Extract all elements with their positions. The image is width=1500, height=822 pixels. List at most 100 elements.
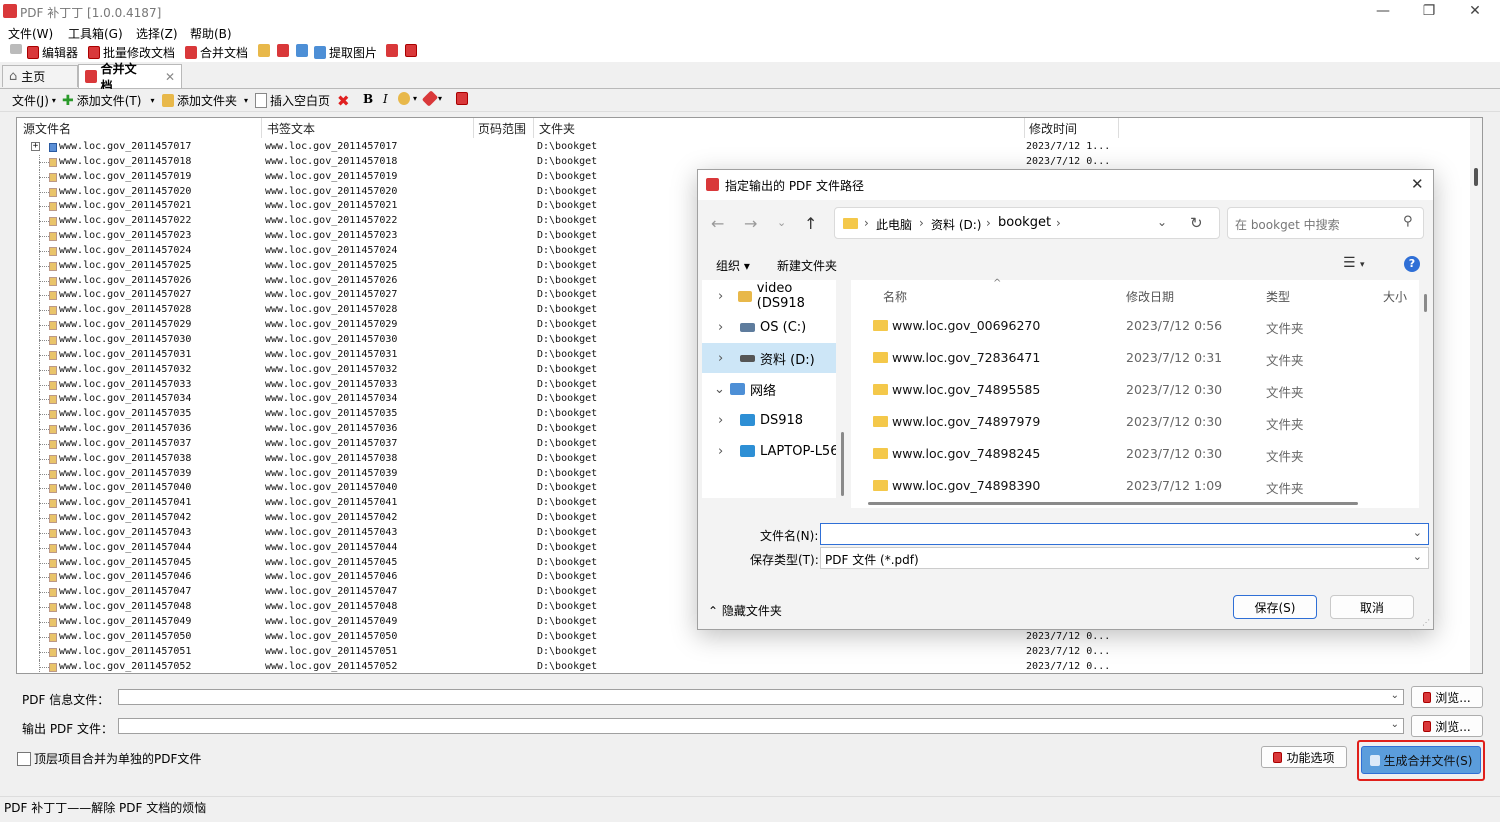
add-folder-button[interactable]: 添加文件夹 ▾ — [162, 92, 248, 109]
close-icon[interactable]: ✕ — [1452, 0, 1498, 24]
options-button[interactable]: 功能选项 — [1261, 746, 1347, 768]
refresh-icon[interactable]: ↻ — [1190, 214, 1203, 232]
filetype-select[interactable]: PDF 文件 (*.pdf) ⌄ — [820, 547, 1429, 569]
output-file-input[interactable]: ⌄ — [118, 718, 1404, 734]
tab-home[interactable]: ⌂ 主页 — [2, 65, 78, 87]
list-item[interactable]: www.loc.gov_74898390 2023/7/12 1:09 文件夹 — [851, 470, 1417, 502]
column-header-folder[interactable]: 文件夹 — [539, 120, 575, 137]
pdf-options-icon[interactable] — [456, 92, 468, 105]
resize-grip-icon[interactable]: ⋰ — [1422, 618, 1430, 627]
browse-output-button[interactable]: 浏览... — [1411, 715, 1483, 737]
italic-button[interactable]: I — [383, 92, 388, 106]
organize-button[interactable]: 组织 ▾ — [716, 257, 750, 274]
address-bar[interactable]: › 此电脑 › 资料 (D:) › bookget › ⌄ — [834, 207, 1220, 239]
address-history-chevron-icon[interactable]: ⌄ — [1157, 215, 1167, 229]
cell-folder: D:\bookget — [537, 393, 598, 405]
chevron-down-icon[interactable]: ⌄ — [1413, 550, 1422, 563]
tab-close-icon[interactable]: ✕ — [165, 70, 175, 84]
hide-folders-toggle[interactable]: ⌃ 隐藏文件夹 — [708, 602, 782, 619]
forward-arrow-icon[interactable]: → — [744, 214, 757, 233]
table-row[interactable]: + www.loc.gov_2011457017 www.loc.gov_20114… — [17, 140, 1467, 155]
file-menu-button[interactable]: 文件(J) ▾ — [12, 92, 56, 109]
menu-select[interactable]: 选择(Z) — [136, 25, 178, 42]
header-type[interactable]: 类型 — [1266, 288, 1290, 305]
dialog-cancel-button[interactable]: 取消 — [1330, 595, 1414, 619]
search-box[interactable]: 在 bookget 中搜索 ⚲ — [1227, 207, 1424, 239]
view-options-icon[interactable]: ☰ ▾ — [1343, 255, 1365, 271]
insert-blank-page-button[interactable]: 插入空白页 — [255, 92, 330, 109]
column-header-bookmark[interactable]: 书签文本 — [267, 120, 315, 137]
merge-top-level-checkbox[interactable] — [17, 752, 31, 766]
editor-button[interactable]: 编辑器 — [27, 44, 78, 61]
table-row[interactable]: www.loc.gov_2011457050 www.loc.gov_201145… — [17, 629, 1467, 645]
breadcrumb-drive-d[interactable]: 资料 (D:) — [931, 216, 981, 233]
header-size[interactable]: 大小 — [1383, 288, 1407, 305]
browse-info-button[interactable]: 浏览... — [1411, 686, 1483, 708]
tool-icon-2[interactable] — [277, 44, 289, 57]
table-row[interactable]: www.loc.gov_2011457018 www.loc.gov_201145… — [17, 154, 1467, 170]
list-item[interactable]: www.loc.gov_74897979 2023/7/12 0:30 文件夹 — [851, 406, 1417, 438]
breadcrumb-bookget[interactable]: bookget — [998, 215, 1051, 230]
bold-button[interactable]: B — [363, 92, 373, 106]
file-list-vscroll[interactable] — [1424, 294, 1427, 312]
dialog-close-icon[interactable]: ✕ — [1411, 175, 1424, 193]
table-row[interactable]: www.loc.gov_2011457052 www.loc.gov_201145… — [17, 659, 1467, 673]
add-file-button[interactable]: ✚ 添加文件(T) ▾ — [62, 92, 154, 109]
file-list-hscroll[interactable] — [868, 502, 1358, 505]
menu-toolbox[interactable]: 工具箱(G) — [68, 25, 123, 42]
dialog-save-button[interactable]: 保存(S) — [1233, 595, 1317, 619]
chevron-down-icon[interactable]: ⌄ — [1391, 690, 1399, 701]
pdf-info-file-input[interactable]: ⌄ — [118, 689, 1404, 705]
generate-merged-file-button[interactable]: 生成合并文件(S) — [1361, 746, 1481, 774]
minimize-icon[interactable]: — — [1360, 0, 1406, 24]
file-list-pane[interactable]: 名称 ^ 修改日期 类型 大小 www.loc.gov_00696270 2023… — [851, 278, 1427, 508]
nav-drive-d[interactable]: › 资料 (D:) — [702, 343, 836, 373]
list-item[interactable]: www.loc.gov_74898245 2023/7/12 0:30 文件夹 — [851, 438, 1417, 470]
list-item[interactable]: www.loc.gov_72836471 2023/7/12 0:31 文件夹 — [851, 342, 1417, 374]
table-row[interactable]: www.loc.gov_2011457051 www.loc.gov_201145… — [17, 644, 1467, 660]
menu-file[interactable]: 文件(W) — [8, 25, 53, 42]
pin-icon[interactable]: ▾ — [421, 90, 442, 107]
header-date[interactable]: 修改日期 — [1126, 288, 1174, 305]
header-name[interactable]: 名称 — [883, 288, 907, 305]
tool-icon-1[interactable] — [258, 44, 270, 57]
chevron-down-icon[interactable]: ⌄ — [1391, 719, 1399, 730]
column-header-source[interactable]: 源文件名 — [23, 120, 71, 137]
nav-network[interactable]: ⌄ 网络 — [702, 374, 836, 404]
up-arrow-icon[interactable]: ↑ — [804, 214, 817, 233]
menu-help[interactable]: 帮助(B) — [190, 25, 232, 42]
grid-scrollbar-thumb[interactable] — [1474, 168, 1478, 186]
list-item[interactable]: www.loc.gov_00696270 2023/7/12 0:56 文件夹 — [851, 310, 1417, 342]
nav-os-c[interactable]: › OS (C:) — [702, 312, 836, 342]
nav-pane-scrollbar[interactable] — [841, 432, 844, 496]
filename-input[interactable]: ⌄ — [820, 523, 1429, 545]
tool-icon-5[interactable] — [405, 44, 417, 57]
recent-chevron-icon[interactable]: ⌄ — [777, 216, 786, 229]
column-header-range[interactable]: 页码范围 — [478, 120, 526, 137]
nav-ds918[interactable]: › DS918 — [702, 405, 836, 435]
tool-icon-4[interactable] — [386, 44, 398, 57]
maximize-icon[interactable]: ❐ — [1406, 0, 1452, 24]
nav-video-ds918[interactable]: › video (DS918 — [702, 281, 836, 311]
file-date: 2023/7/12 0:31 — [1126, 350, 1223, 365]
search-icon[interactable]: ⚲ — [1403, 214, 1413, 229]
batch-edit-button[interactable]: 批量修改文档 — [88, 44, 175, 61]
tab-merge[interactable]: 合并文档 ✕ — [78, 62, 182, 93]
new-folder-button[interactable]: 新建文件夹 — [777, 257, 837, 274]
help-icon[interactable]: ? — [1404, 256, 1420, 272]
merge-button[interactable]: 合并文档 — [185, 44, 248, 61]
color-picker-icon[interactable]: ▾ — [398, 92, 417, 105]
grid-scrollbar[interactable] — [1470, 118, 1482, 673]
breadcrumb-this-pc[interactable]: 此电脑 — [876, 216, 912, 233]
column-header-modified[interactable]: 修改时间 — [1029, 120, 1077, 137]
expand-icon[interactable]: + — [31, 142, 40, 151]
extract-images-button[interactable]: 提取图片 — [314, 44, 377, 61]
nav-laptop[interactable]: ›LAPTOP-L56H — [702, 436, 836, 466]
tool-icon-3[interactable] — [296, 44, 308, 57]
navigation-pane[interactable]: › video (DS918 › OS (C:) › 资料 (D:) ⌄ 网络 › DS9… — [702, 280, 836, 498]
list-item[interactable]: www.loc.gov_74895585 2023/7/12 0:30 文件夹 — [851, 374, 1417, 406]
pdf-file-icon — [49, 543, 57, 553]
chevron-down-icon[interactable]: ⌄ — [1413, 526, 1422, 539]
delete-icon[interactable]: ✖ — [337, 92, 350, 110]
back-arrow-icon[interactable]: ← — [711, 214, 724, 233]
